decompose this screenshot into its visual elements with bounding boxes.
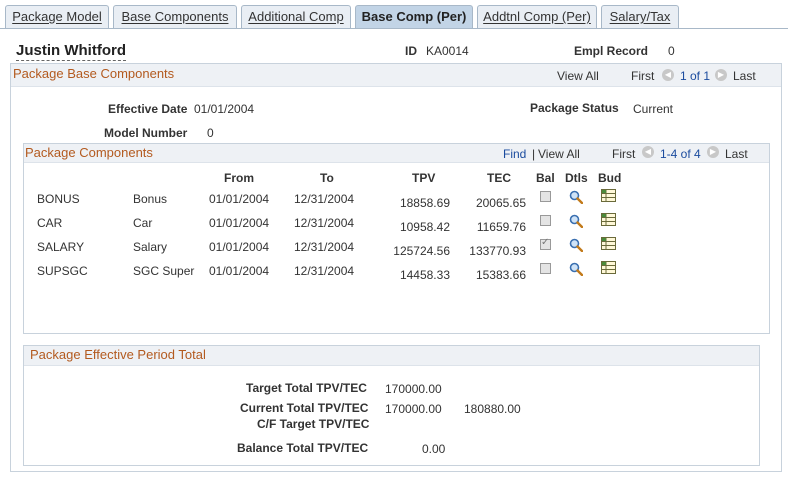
magnifier-icon[interactable] (569, 214, 584, 229)
id-value: KA0014 (426, 44, 469, 58)
row-bal-checkbox[interactable] (540, 215, 551, 226)
tab-salary-tax[interactable]: Salary/Tax (601, 5, 679, 28)
find-link[interactable]: Find (503, 147, 526, 161)
tab-additional-comp[interactable]: Additional Comp (241, 5, 351, 28)
row-bal-checkbox[interactable] (540, 263, 551, 274)
row-tec: 20065.65 (475, 196, 526, 210)
row-from-date: 01/01/2004 (209, 240, 270, 254)
tab-bar: Package Model Base Components Additional… (0, 0, 788, 30)
package-status-label: Package Status (530, 101, 619, 115)
row-to-date: 12/31/2004 (294, 216, 355, 230)
empl-record-label: Empl Record (574, 44, 649, 58)
model-number-label: Model Number (104, 126, 188, 140)
row-code: BONUS (37, 192, 80, 206)
model-number-value: 0 (207, 126, 214, 140)
tab-addtnl-comp-per[interactable]: Addtnl Comp (Per) (477, 5, 597, 28)
target-total-value: 170000.00 (385, 382, 442, 396)
col-tpv: TPV (412, 171, 436, 185)
row-description: Car (133, 216, 153, 230)
target-total-label: Target Total TPV/TEC (246, 381, 367, 395)
col-to: To (320, 171, 334, 185)
row-code: SUPSGC (37, 264, 88, 278)
col-tec: TEC (487, 171, 511, 185)
package-components-title: Package Components (25, 145, 153, 160)
col-bal: Bal (536, 171, 555, 185)
row-description: Bonus (133, 192, 168, 206)
budget-grid-icon[interactable] (601, 237, 616, 250)
view-all-link[interactable]: View All (557, 69, 599, 83)
budget-grid-icon[interactable] (601, 213, 616, 226)
row-to-date: 12/31/2004 (294, 264, 355, 278)
row-description: SGC Super (133, 264, 195, 278)
package-components-box (23, 143, 770, 334)
balance-total-label: Balance Total TPV/TEC (237, 441, 369, 455)
current-total-label: Current Total TPV/TEC (240, 401, 369, 415)
row-code: CAR (37, 216, 63, 230)
grid-last-label: Last (725, 147, 748, 161)
row-bal-checkbox[interactable] (540, 191, 551, 202)
last-label: Last (733, 69, 756, 83)
tab-base-components[interactable]: Base Components (113, 5, 237, 28)
grid-row-range: 1-4 of 4 (660, 147, 701, 161)
grid-first-label: First (612, 147, 636, 161)
empl-record-value: 0 (668, 44, 675, 58)
package-base-title: Package Base Components (13, 66, 175, 81)
grid-arrow-right-icon: ▶ (707, 146, 719, 158)
row-tpv: 125724.56 (393, 244, 450, 258)
period-total-title: Package Effective Period Total (30, 347, 206, 362)
employee-name: Justin Whitford (16, 42, 126, 61)
row-tpv: 18858.69 (399, 196, 450, 210)
tab-underline (0, 28, 788, 29)
magnifier-icon[interactable] (569, 262, 584, 277)
col-from: From (224, 171, 254, 185)
arrow-right-icon: ▶ (715, 69, 727, 81)
magnifier-icon[interactable] (569, 190, 584, 205)
col-dtls: Dtls (565, 171, 588, 185)
id-label: ID (405, 44, 417, 58)
magnifier-icon[interactable] (569, 238, 584, 253)
budget-grid-icon[interactable] (601, 261, 616, 274)
cf-target-label: C/F Target TPV/TEC (257, 417, 370, 431)
row-bal-checkbox[interactable] (540, 237, 551, 250)
row-tec: 15383.66 (475, 268, 526, 282)
row-description: Salary (133, 240, 168, 254)
current-total-tpv: 170000.00 (385, 402, 442, 416)
row-to-date: 12/31/2004 (294, 192, 355, 206)
row-from-date: 01/01/2004 (209, 192, 270, 206)
package-status-value: Current (633, 102, 674, 116)
current-total-tec: 180880.00 (464, 402, 521, 416)
row-tpv: 14458.33 (399, 268, 450, 282)
row-from-date: 01/01/2004 (209, 216, 270, 230)
first-label: First (631, 69, 655, 83)
grid-view-all-link[interactable]: View All (538, 147, 580, 161)
row-from-date: 01/01/2004 (209, 264, 270, 278)
effective-date-value: 01/01/2004 (194, 102, 255, 116)
grid-arrow-left-icon: ◀ (642, 146, 654, 158)
row-tec: 11659.76 (476, 220, 526, 234)
effective-date-label: Effective Date (108, 102, 188, 116)
row-tpv: 10958.42 (399, 220, 450, 234)
balance-total-value: 0.00 (422, 442, 446, 456)
row-code: SALARY (37, 240, 85, 254)
row-to-date: 12/31/2004 (294, 240, 355, 254)
arrow-left-icon: ◀ (662, 69, 674, 81)
tab-package-model[interactable]: Package Model (5, 5, 109, 28)
row-tec: 133770.93 (469, 244, 526, 258)
col-bud: Bud (598, 171, 622, 185)
separator: | (532, 147, 536, 161)
row-range: 1 of 1 (680, 69, 711, 83)
budget-grid-icon[interactable] (601, 189, 616, 202)
tab-base-comp-per[interactable]: Base Comp (Per) (355, 5, 473, 29)
